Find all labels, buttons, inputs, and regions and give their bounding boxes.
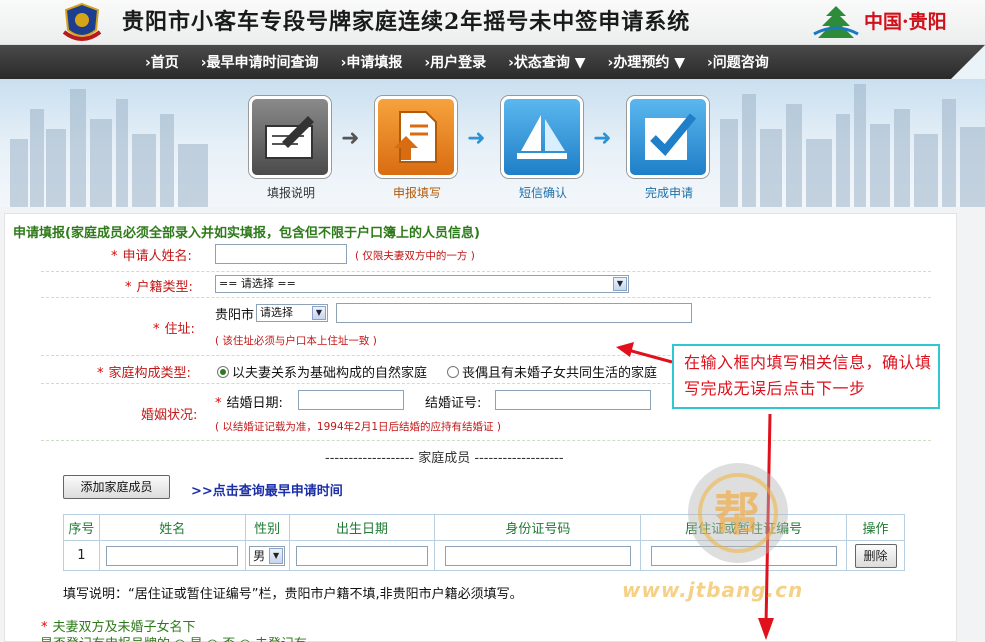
marital-status-label: 婚姻状况: [141, 408, 198, 423]
chevron-down-icon: ▼ [269, 547, 284, 564]
member-name-input[interactable] [106, 545, 239, 566]
delete-member-button[interactable]: 删除 [854, 543, 897, 568]
marriage-date-label: * 结婚日期: [215, 396, 283, 411]
site-title: 贵阳市小客车专段号牌家庭连续2年摇号未中签申请系统 [122, 9, 691, 35]
row-divider [41, 271, 931, 272]
nav-apply[interactable]: ›申请填报 [341, 52, 403, 72]
marriage-note: ( 以结婚证记载为准，1994年2月1日后结婚的应持有结婚证 ) [215, 421, 501, 433]
address-detail-input[interactable] [336, 303, 692, 323]
add-family-member-button[interactable]: 添加家庭成员 [63, 475, 170, 499]
city-skyline-image [10, 84, 985, 207]
nav-appointment[interactable]: ›办理预约 ▼ [608, 52, 685, 72]
address-city: 贵阳市 [215, 308, 255, 323]
nav-home[interactable]: ›首页 [145, 52, 179, 72]
application-page: 贵阳市小客车专段号牌家庭连续2年摇号未中签申请系统 中国·贵阳 ›首页 ›最早申… [0, 0, 985, 642]
applicant-name-label: * 申请人姓名: [111, 249, 192, 264]
family-type-option-natural[interactable]: 以夫妻关系为基础构成的自然家庭 [217, 362, 427, 381]
site-watermark: www.jtbang.cn [622, 578, 804, 602]
table-row: 1 男 ▼ 删除 [63, 540, 905, 571]
family-members-table: 序号 姓名 性别 出生日期 身份证号码 居住证或暂住证编号 操作 1 男 ▼ 删除 [63, 514, 905, 571]
checkmark-icon [645, 113, 697, 160]
applicant-name-input[interactable] [215, 244, 347, 264]
guiyang-logo-icon [813, 6, 859, 38]
marriage-cert-input[interactable] [495, 390, 651, 410]
table-header-row: 序号 姓名 性别 出生日期 身份证号码 居住证或暂住证编号 操作 [63, 514, 905, 541]
brand-logo: 中国·贵阳 [810, 4, 975, 40]
family-type-label: * 家庭构成类型: [97, 366, 191, 381]
chevron-down-icon: ▼ [312, 306, 326, 320]
row-divider [41, 297, 931, 298]
member-birthdate-input[interactable] [296, 545, 429, 566]
form-pen-icon [265, 116, 314, 159]
form-area: 申请填报(家庭成员必须全部录入并如实填报，包含但不限于户口簿上的人员信息) * 申… [0, 207, 985, 642]
member-id-number-input[interactable] [444, 545, 631, 566]
police-emblem-icon [62, 2, 102, 41]
cut-off-row-text: 是否登记有申报号牌的 ○ 是 ○ 否 ○ 未登记有 [40, 633, 307, 642]
watermark-badge-icon: 帮 [714, 487, 760, 541]
row-index: 1 [63, 540, 100, 571]
step-label-fill: 申报填写 [392, 186, 441, 200]
column-header: 序号 [63, 514, 100, 541]
address-label: * 住址: [153, 322, 195, 337]
step-sms-confirm: 短信确认 [501, 96, 585, 201]
member-gender-select[interactable]: 男 ▼ [249, 545, 286, 566]
radio-selected-icon[interactable] [217, 366, 229, 378]
nav-corner-decoration [951, 45, 985, 79]
nav-status-query[interactable]: ›状态查询 ▼ [508, 52, 585, 72]
nav-faq[interactable]: ›问题咨询 [707, 52, 769, 72]
row-divider [41, 440, 931, 441]
fill-instructions-note: 填写说明：“居住证或暂住证编号”栏，贵阳市户籍不填,非贵阳市户籍必须填写。 [63, 587, 523, 602]
member-residence-permit-input[interactable] [650, 545, 837, 566]
column-header: 性别 [244, 514, 290, 541]
applicant-name-note: ( 仅限夫妻双方中的一方 ) [355, 250, 475, 262]
marriage-cert-label: 结婚证号: [425, 396, 482, 411]
step-fill-instructions: 填报说明 [249, 96, 333, 201]
radio-icon[interactable] [447, 366, 459, 378]
column-header: 出生日期 [288, 514, 436, 541]
nav-login[interactable]: ›用户登录 [424, 52, 486, 72]
instruction-callout: 在输入框内填写相关信息，确认填写完成无误后点击下一步 [672, 344, 940, 409]
nav-earliest-time-query[interactable]: ›最早申请时间查询 [201, 52, 319, 72]
step-arrow-icon: ➜ [593, 126, 612, 151]
application-form: 申请填报(家庭成员必须全部录入并如实填报，包含但不限于户口簿上的人员信息) * 申… [4, 213, 957, 642]
family-members-title: ------------------- 家庭成员 ---------------… [325, 451, 564, 466]
column-header: 身份证号码 [434, 514, 642, 541]
header: 贵阳市小客车专段号牌家庭连续2年摇号未中签申请系统 中国·贵阳 [0, 0, 985, 45]
address-district-select[interactable]: 请选择 ▼ [256, 304, 328, 322]
step-arrow-icon: ➜ [341, 126, 360, 151]
brand-text: 中国·贵阳 [864, 11, 947, 33]
form-heading: 申请填报(家庭成员必须全部录入并如实填报，包含但不限于户口簿上的人员信息) [13, 226, 480, 241]
step-label-instructions: 填报说明 [266, 186, 315, 200]
step-arrow-icon: ➜ [467, 126, 486, 151]
column-header: 姓名 [98, 514, 246, 541]
step-fill-form: 申报填写 [375, 96, 459, 201]
household-type-select[interactable]: == 请选择 == ▼ [215, 275, 629, 293]
step-complete: 完成申请 [627, 96, 711, 201]
family-type-option-widowed[interactable]: 丧偶且有未婚子女共同生活的家庭 [447, 362, 657, 381]
marriage-date-input[interactable] [298, 390, 404, 410]
process-banner: 填报说明 ➜ 申报填写 ➜ 短信确认 ➜ 完成申请 [0, 79, 985, 207]
household-type-label: * 户籍类型: [125, 280, 193, 295]
column-header: 操作 [846, 514, 905, 541]
paper-plane-icon [517, 115, 567, 159]
address-note: ( 该住址必须与户口本上住址一致 ) [215, 335, 377, 347]
chevron-down-icon: ▼ [613, 277, 627, 291]
step-label-sms: 短信确认 [518, 186, 567, 200]
document-upload-icon [394, 111, 437, 163]
earliest-time-query-link[interactable]: >>点击查询最早申请时间 [191, 480, 343, 499]
main-nav: ›首页 ›最早申请时间查询 ›申请填报 ›用户登录 ›状态查询 ▼ ›办理预约 … [0, 45, 985, 79]
step-label-complete: 完成申请 [644, 186, 693, 200]
